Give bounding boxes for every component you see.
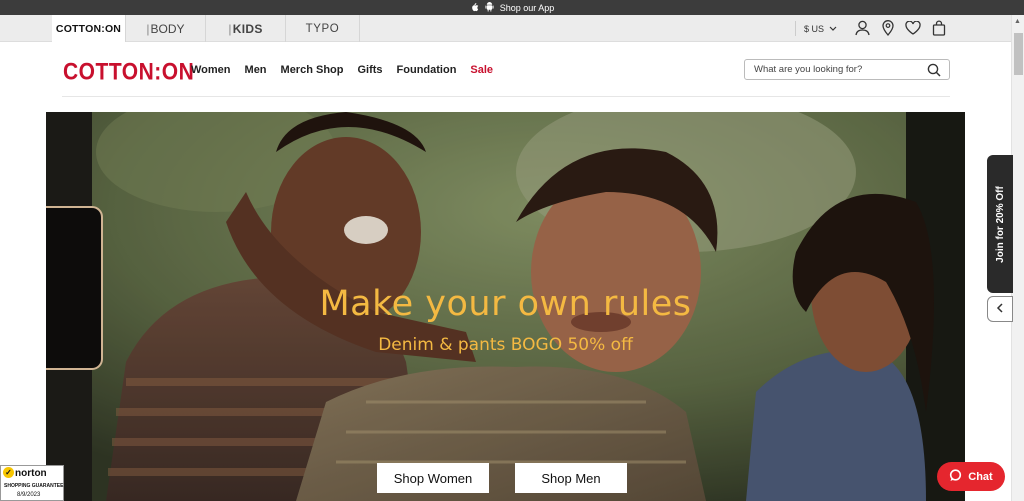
join-discount-tab[interactable]: Join for 20% Off xyxy=(987,155,1013,293)
norton-date: 8/9/2023 xyxy=(17,492,41,498)
main-header: COTTON:ON Women Men Merch Shop Gifts Fou… xyxy=(0,42,1011,98)
hero-title: Make your own rules xyxy=(319,284,692,324)
chevron-left-icon xyxy=(996,302,1004,316)
shopping-bag-icon[interactable] xyxy=(930,19,948,37)
currency-label: $ US xyxy=(804,23,825,34)
chat-bubble-icon xyxy=(949,468,962,485)
norton-guarantee: SHOPPING GUARANTEE xyxy=(4,483,64,489)
hero-subtitle: Denim & pants BOGO 50% off xyxy=(378,335,633,355)
nav-merch-shop[interactable]: Merch Shop xyxy=(281,64,344,76)
kids-prefix-mark: | xyxy=(228,21,232,36)
app-promo-text: Shop our App xyxy=(499,2,555,13)
norton-brand: norton xyxy=(15,468,47,479)
account-icon[interactable] xyxy=(853,19,871,37)
scrollbar-thumb[interactable] xyxy=(1014,33,1023,75)
nav-women[interactable]: Women xyxy=(191,64,231,76)
apple-icon[interactable] xyxy=(470,2,479,14)
shop-women-button[interactable]: Shop Women xyxy=(377,463,489,493)
scroll-up-arrow-icon[interactable]: ▲ xyxy=(1014,18,1021,25)
site-logo[interactable]: COTTON:ON xyxy=(63,59,194,87)
main-nav: Women Men Merch Shop Gifts Foundation Sa… xyxy=(191,64,507,76)
brand-tab-typo[interactable]: TYPO xyxy=(286,15,360,42)
store-locator-icon[interactable] xyxy=(879,19,897,37)
nav-sale[interactable]: Sale xyxy=(470,64,493,76)
android-icon[interactable] xyxy=(485,1,494,14)
brand-tab-kids[interactable]: | KIDS xyxy=(206,15,286,42)
brand-tab-body-label: BODY xyxy=(150,21,185,36)
checkmark-icon: ✓ xyxy=(3,467,14,478)
search-input[interactable]: What are you looking for? xyxy=(744,59,950,80)
chevron-down-icon xyxy=(829,24,837,34)
side-tab-toggle[interactable] xyxy=(987,296,1013,322)
brand-tab-kids-label: KIDS xyxy=(232,21,263,36)
header-divider xyxy=(62,96,950,97)
nav-men[interactable]: Men xyxy=(245,64,267,76)
search-placeholder: What are you looking for? xyxy=(754,64,863,75)
app-promo-bar[interactable]: Shop our App xyxy=(0,0,1024,15)
join-discount-label: Join for 20% Off xyxy=(994,185,1006,263)
shop-men-button[interactable]: Shop Men xyxy=(515,463,627,493)
body-prefix-mark: | xyxy=(146,21,150,36)
chat-label: Chat xyxy=(968,470,993,483)
wishlist-heart-icon[interactable] xyxy=(904,19,922,37)
currency-selector[interactable]: $ US xyxy=(795,21,837,36)
brand-tab-cottonon[interactable]: COTTON:ON xyxy=(52,15,126,42)
chat-button[interactable]: Chat xyxy=(937,462,1005,491)
nav-gifts[interactable]: Gifts xyxy=(357,64,382,76)
nav-foundation[interactable]: Foundation xyxy=(397,64,457,76)
search-icon[interactable] xyxy=(927,63,941,80)
hero-banner[interactable]: Make your own rules Denim & pants BOGO 5… xyxy=(46,112,965,501)
norton-badge[interactable]: ✓ norton SHOPPING GUARANTEE 8/9/2023 xyxy=(0,465,64,501)
brand-tab-body[interactable]: | BODY xyxy=(126,15,206,42)
